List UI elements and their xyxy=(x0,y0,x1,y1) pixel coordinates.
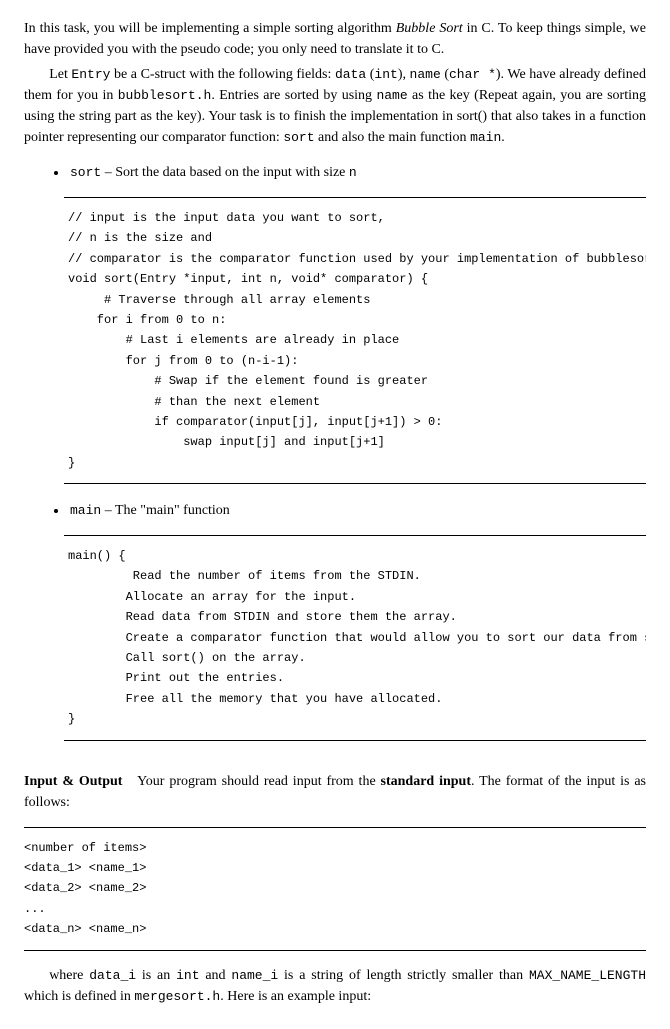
function-list: sort – Sort the data based on the input … xyxy=(24,162,646,183)
text: be a C-struct with the following fields: xyxy=(110,67,335,82)
stdin-term: standard input xyxy=(381,774,471,789)
text: ( xyxy=(441,67,449,82)
text: where xyxy=(49,968,89,983)
closing-para: where data_i is an int and name_i is a s… xyxy=(24,965,646,1007)
data-term: data xyxy=(335,67,366,82)
name-term: name xyxy=(410,67,441,82)
list-item-main: main – The "main" function xyxy=(68,500,646,521)
text: which is defined in xyxy=(24,989,134,1004)
text: . xyxy=(501,130,505,145)
main-label: main xyxy=(70,503,101,518)
int-term-2: int xyxy=(176,968,199,983)
text: – Sort the data based on the input with … xyxy=(101,165,349,180)
text: ), xyxy=(398,67,410,82)
text: . Here is an example input: xyxy=(220,989,371,1004)
text: In this task, you will be implementing a… xyxy=(24,21,396,36)
function-list-2: main – The "main" function xyxy=(24,500,646,521)
sort-label: sort xyxy=(70,165,101,180)
text: . Entries are sorted by using xyxy=(211,88,376,103)
text: – The "main" function xyxy=(101,503,230,518)
main-fn-term: main xyxy=(470,130,501,145)
text: Your program should read input from the xyxy=(137,774,380,789)
text: and xyxy=(200,968,232,983)
io-para: Input & Output Your program should read … xyxy=(24,771,646,813)
text: and also the main function xyxy=(315,130,471,145)
code-block-sort: // input is the input data you want to s… xyxy=(64,197,646,484)
entry-term: Entry xyxy=(71,67,110,82)
text: is an xyxy=(136,968,176,983)
sort-fn-term: sort xyxy=(283,130,314,145)
datai-term: data_i xyxy=(89,968,136,983)
intro-para-2: Let Entry be a C-struct with the followi… xyxy=(24,64,646,148)
code-block-main: main() { Read the number of items from t… xyxy=(64,535,646,741)
name-key-term: name xyxy=(376,88,407,103)
maxlen-term: MAX_NAME_LENGTH xyxy=(529,968,646,983)
n-term: n xyxy=(349,165,357,180)
charptr-term: char * xyxy=(449,67,496,82)
bubble-sort-term: Bubble Sort xyxy=(396,21,463,36)
code-block-format: <number of items> <data_1> <name_1> <dat… xyxy=(24,827,646,951)
intro-para-1: In this task, you will be implementing a… xyxy=(24,18,646,60)
text: is a string of length strictly smaller t… xyxy=(278,968,529,983)
text: Let xyxy=(49,67,71,82)
io-heading: Input & Output xyxy=(24,774,122,789)
namei-term: name_i xyxy=(231,968,278,983)
mergesort-h-term: mergesort.h xyxy=(134,989,220,1004)
list-item-sort: sort – Sort the data based on the input … xyxy=(68,162,646,183)
int-term: int xyxy=(374,67,397,82)
header-file-term: bubblesort.h xyxy=(118,88,212,103)
